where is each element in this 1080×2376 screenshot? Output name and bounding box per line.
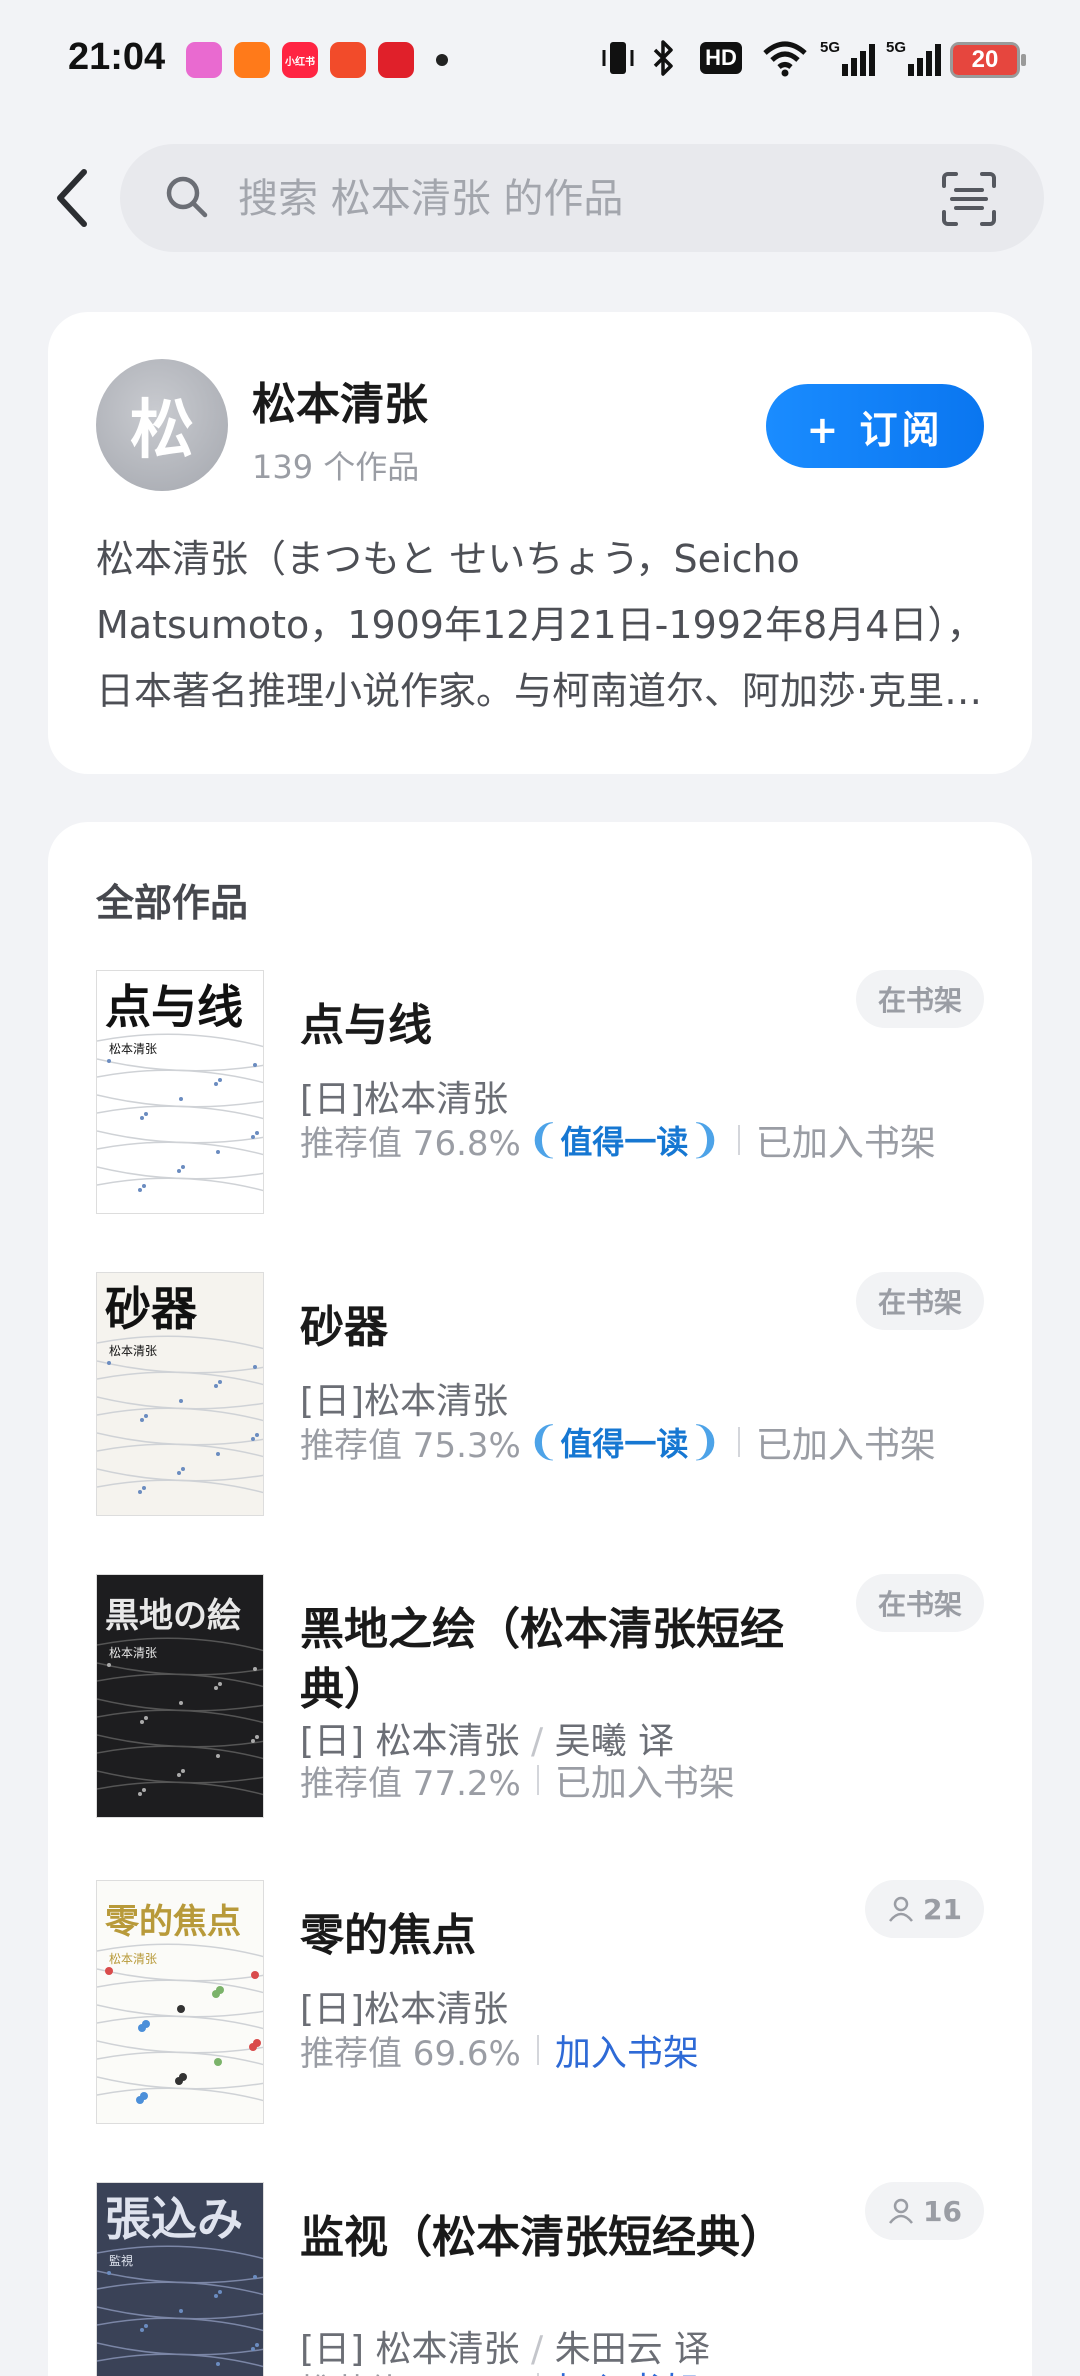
add-to-shelf-link[interactable]: 加入书架 <box>555 2024 699 2076</box>
hd-icon: HD <box>692 36 750 80</box>
laurel-right-icon: ❩ <box>688 1117 722 1163</box>
on-shelf-tag: 在书架 <box>855 1272 984 1330</box>
person-icon <box>889 1896 914 1922</box>
author-avatar: 松 <box>96 359 228 491</box>
book-meta: 推荐值 76.8% ❨ 值得一读 ❩ 已加入书架 <box>300 1110 936 1170</box>
reader-count-tag: 16 <box>865 2182 984 2240</box>
cover-title: 点与线 <box>105 980 243 1034</box>
back-button[interactable] <box>40 162 104 234</box>
recommend-value: 推荐值 77.2% <box>300 2364 521 2376</box>
meta-divider <box>737 1125 740 1155</box>
person-icon <box>889 2198 914 2224</box>
add-to-shelf-link[interactable]: 加入书架 <box>555 2362 699 2376</box>
battery-level: 20 <box>953 45 1017 75</box>
book-cover-art: 黒地の絵松本清张 <box>97 1596 263 1796</box>
recommend-value: 推荐值 76.8% <box>300 1123 521 1164</box>
cart-app-icon <box>378 42 414 78</box>
book-item[interactable]: 砂器 松本清张 砂器 [日]松本清张 推荐值 75.3% ❨ 值得一读 ❩ 已加入书架 在书架 <box>96 1272 984 1522</box>
works-card: 全部作品 点与线 松本清张 点与线 [日]松本清张 推荐值 76.8% ❨ 值得一读 ❩ 已加入… <box>48 822 1032 2376</box>
vibrate-icon <box>600 36 636 80</box>
reader-count: 16 <box>923 2194 962 2228</box>
chevron-left-icon <box>57 169 87 227</box>
orange-app-icon <box>234 42 270 78</box>
recommend-value: 推荐值 69.6% <box>300 2033 521 2074</box>
book-title[interactable]: 零的焦点 <box>300 1906 820 1966</box>
status-bar: 21:04 小红书 HD 5G 5G 20 <box>0 0 1080 120</box>
worth-reading-label: 值得一读 <box>560 1425 689 1463</box>
book-title[interactable]: 黑地之绘（松本清张短经典） <box>300 1600 820 1720</box>
book-meta: 推荐值 77.2% 已加入书架 <box>300 1750 735 1810</box>
author-name: 松本清张 <box>252 379 428 430</box>
book-cover[interactable]: 張込み監視 <box>96 2182 264 2376</box>
bluetooth-icon <box>648 36 678 80</box>
book-cover[interactable]: 砂器松本清张 <box>96 1272 264 1516</box>
cover-author: 監視 <box>109 2253 133 2268</box>
book-cover-art: 点与线松本清张 <box>97 980 263 1192</box>
book-cover[interactable]: 点与线松本清张 <box>96 970 264 1214</box>
search-icon <box>164 174 210 224</box>
more-notifications-dot <box>436 54 448 66</box>
subscribe-button[interactable]: + 订阅 <box>766 384 984 468</box>
cover-title: 黒地の絵 <box>105 1596 241 1636</box>
worth-reading-badge: ❨ 值得一读 ❩ <box>527 1117 722 1163</box>
reader-count-tag: 21 <box>865 1880 984 1938</box>
meta-divider <box>536 1765 539 1795</box>
book-cover-art: 砂器松本清张 <box>97 1282 263 1494</box>
red-app-icon <box>330 42 366 78</box>
book-cover-art: 零的焦点松本清张 <box>97 1902 263 2104</box>
book-item[interactable]: 張込み監視监视（松本清张短经典）[日] 松本清张 / 朱田云 译推荐值 77.2… <box>96 2182 984 2376</box>
laurel-right-icon: ❩ <box>688 1419 722 1465</box>
cover-title: 張込み <box>105 2192 243 2246</box>
status-time: 21:04 <box>68 36 166 78</box>
laurel-left-icon: ❨ <box>526 1117 561 1163</box>
cover-title: 砂器 <box>105 1282 198 1336</box>
cover-author: 松本清张 <box>109 1646 157 1660</box>
reader-count: 21 <box>923 1892 962 1926</box>
cover-author: 松本清张 <box>109 1344 157 1358</box>
meta-divider <box>737 1427 740 1457</box>
meta-divider <box>536 2035 539 2065</box>
book-cover[interactable]: 零的焦点松本清张 <box>96 1880 264 2124</box>
worth-reading-label: 值得一读 <box>560 1123 689 1161</box>
wifi-icon <box>760 36 810 80</box>
book-item[interactable]: 点与线 松本清张 点与线 [日]松本清张 推荐值 76.8% ❨ 值得一读 ❩ 已加入书架 在书架 <box>96 970 984 1220</box>
xiaohongshu-app-icon: 小红书 <box>282 42 318 78</box>
search-input[interactable] <box>238 174 898 224</box>
book-title[interactable]: 点与线 <box>300 996 820 1056</box>
search-bar[interactable] <box>120 144 1044 252</box>
book-title[interactable]: 监视（松本清张短经典） <box>300 2208 820 2268</box>
scan-icon[interactable] <box>940 170 998 232</box>
signal-5g-icon-2: 5G <box>886 36 942 80</box>
book-meta: 推荐值 75.3% ❨ 值得一读 ❩ 已加入书架 <box>300 1412 936 1472</box>
signal-5g-icon-1: 5G <box>820 36 876 80</box>
author-bio[interactable]: 松本清张（まつもと せいちょう，Seicho Matsumoto，1909年12… <box>96 526 988 724</box>
camera-app-icon <box>186 42 222 78</box>
book-meta: 推荐值 77.2% 加入书架 <box>300 2358 699 2376</box>
book-title[interactable]: 砂器 <box>300 1298 820 1358</box>
cover-title: 零的焦点 <box>105 1902 241 1942</box>
works-section-title: 全部作品 <box>96 881 249 925</box>
worth-reading-badge: ❨ 值得一读 ❩ <box>527 1419 722 1465</box>
book-cover[interactable]: 黒地の絵松本清张 <box>96 1574 264 1818</box>
author-card: 松 松本清张 139 个作品 + 订阅 松本清张（まつもと せいちょう，Seic… <box>48 312 1032 774</box>
cover-author: 松本清张 <box>109 1042 157 1056</box>
shelf-status: 已加入书架 <box>755 1425 936 1466</box>
book-item[interactable]: 黒地の絵 松本清张 黑地之绘（松本清张短经典） [日] 松本清张 / 吴曦 译推荐值 … <box>96 1574 984 1824</box>
book-meta: 推荐值 69.6% 加入书架 <box>300 2020 699 2080</box>
laurel-left-icon: ❨ <box>526 1419 561 1465</box>
shelf-status: 已加入书架 <box>755 1123 936 1164</box>
book-item[interactable]: 零的焦点 松本清张 零的焦点 [日]松本清张 推荐值 69.6% 加入书架 21 <box>96 1880 984 2130</box>
on-shelf-tag: 在书架 <box>855 970 984 1028</box>
svg-text:5G: 5G <box>886 39 906 56</box>
shelf-status: 已加入书架 <box>554 1763 735 1804</box>
recommend-value: 推荐值 75.3% <box>300 1425 521 1466</box>
book-cover-art: 張込み監視 <box>97 2192 263 2368</box>
on-shelf-tag: 在书架 <box>855 1574 984 1632</box>
battery-icon: 20 <box>950 42 1026 78</box>
author-work-count: 139 个作品 <box>252 448 420 486</box>
cover-author: 松本清张 <box>109 1952 157 1966</box>
svg-text:5G: 5G <box>820 39 840 56</box>
recommend-value: 推荐值 77.2% <box>300 1763 521 1804</box>
